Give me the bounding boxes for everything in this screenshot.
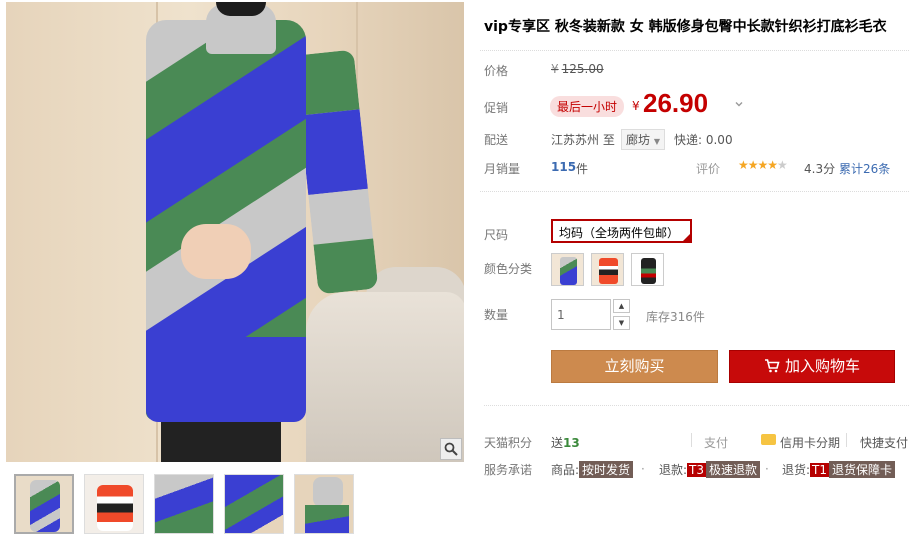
quantity-label: 数量 [484, 308, 509, 322]
add-to-cart-button[interactable]: 加入购物车 [729, 350, 895, 383]
color-swatch-3[interactable] [631, 253, 664, 286]
rating-stars-icon: ★★★★★ [738, 158, 788, 172]
color-swatch-2[interactable] [591, 253, 624, 286]
size-label: 尺码 [484, 228, 509, 242]
shipping-destination: 廊坊 [626, 133, 651, 147]
add-to-cart-label: 加入购物车 [784, 357, 860, 375]
selected-check-icon [682, 233, 691, 242]
thumbnail-strip [14, 474, 354, 534]
service-item-return[interactable]: 退货: T1 退货保障卡 [782, 461, 896, 478]
shipping-fee: 快递: 0.00 [674, 133, 733, 147]
stock-count: 库存316件 [646, 310, 705, 324]
size-option-text: 均码（全场两件包邮） [559, 226, 680, 240]
color-label: 颜色分类 [484, 262, 533, 276]
quantity-input[interactable]: 1 [551, 299, 611, 330]
dropdown-arrow-icon: ▼ [653, 137, 660, 146]
payment-label: 支付 [704, 436, 729, 450]
separator [691, 433, 692, 447]
review-label: 评价 [696, 162, 721, 176]
credit-card-icon [761, 434, 776, 445]
review-total-link[interactable]: 累计26条 [839, 160, 890, 177]
points-label: 天猫积分 [484, 436, 533, 450]
separator [846, 433, 847, 447]
original-price-value: 125.00 [561, 62, 604, 76]
promo-currency: ¥ [632, 99, 640, 113]
service-dot: · [765, 462, 769, 476]
shipping-label: 配送 [484, 133, 509, 147]
zoom-icon[interactable] [440, 438, 462, 460]
credit-installment-link[interactable]: 信用卡分期 [780, 434, 840, 451]
right-sleeve [293, 49, 379, 295]
quick-pay-link[interactable]: 快捷支付 [860, 434, 908, 451]
original-price: ¥125.00 [551, 62, 604, 76]
monthly-sales-unit: 件 [576, 162, 589, 176]
promo-price: 26.90 [643, 88, 709, 118]
quantity-increment-icon[interactable]: ▲ [613, 299, 630, 313]
monthly-sales-count: 115 [551, 160, 577, 174]
rating-score: 4.3分 [804, 162, 836, 176]
sweater-hem [146, 337, 306, 422]
thumbnail-5[interactable] [294, 474, 354, 534]
price-label: 价格 [484, 64, 509, 78]
shipping-from: 江苏苏州 至 [551, 133, 615, 147]
color-swatch-1[interactable] [551, 253, 584, 286]
model-hands [181, 224, 251, 279]
quantity-decrement-icon[interactable]: ▼ [613, 316, 630, 330]
currency-symbol: ¥ [551, 62, 559, 76]
thumbnail-1[interactable] [14, 474, 74, 534]
product-title: vip专享区 秋冬装新款 女 韩版修身包臀中长款针织衫打底衫毛衣 [484, 19, 887, 35]
section-divider [484, 405, 909, 406]
sofa [306, 292, 464, 462]
service-item-refund[interactable]: 退款: T3 极速退款 [659, 461, 761, 478]
main-product-image[interactable] [6, 2, 464, 462]
monthly-sales-label: 月销量 [484, 162, 521, 176]
thumbnail-4[interactable] [224, 474, 284, 534]
model-hair [216, 2, 266, 16]
thumbnail-3[interactable] [154, 474, 214, 534]
promo-label: 促销 [484, 101, 509, 115]
color-swatches [551, 253, 664, 286]
shipping-destination-select[interactable]: 廊坊 ▼ [621, 129, 665, 150]
cart-icon [764, 359, 780, 373]
points-value: 送13 [551, 436, 580, 450]
service-item-shipping[interactable]: 商品: 按时发货 [551, 461, 634, 478]
promo-tag: 最后一小时 [550, 96, 625, 117]
buy-now-button[interactable]: 立刻购买 [551, 350, 718, 383]
service-dot: · [641, 462, 645, 476]
thumbnail-2[interactable] [84, 474, 144, 534]
service-label: 服务承诺 [484, 463, 533, 477]
size-option-selected[interactable]: 均码（全场两件包邮） [551, 219, 692, 243]
chevron-down-icon[interactable] [732, 99, 746, 113]
